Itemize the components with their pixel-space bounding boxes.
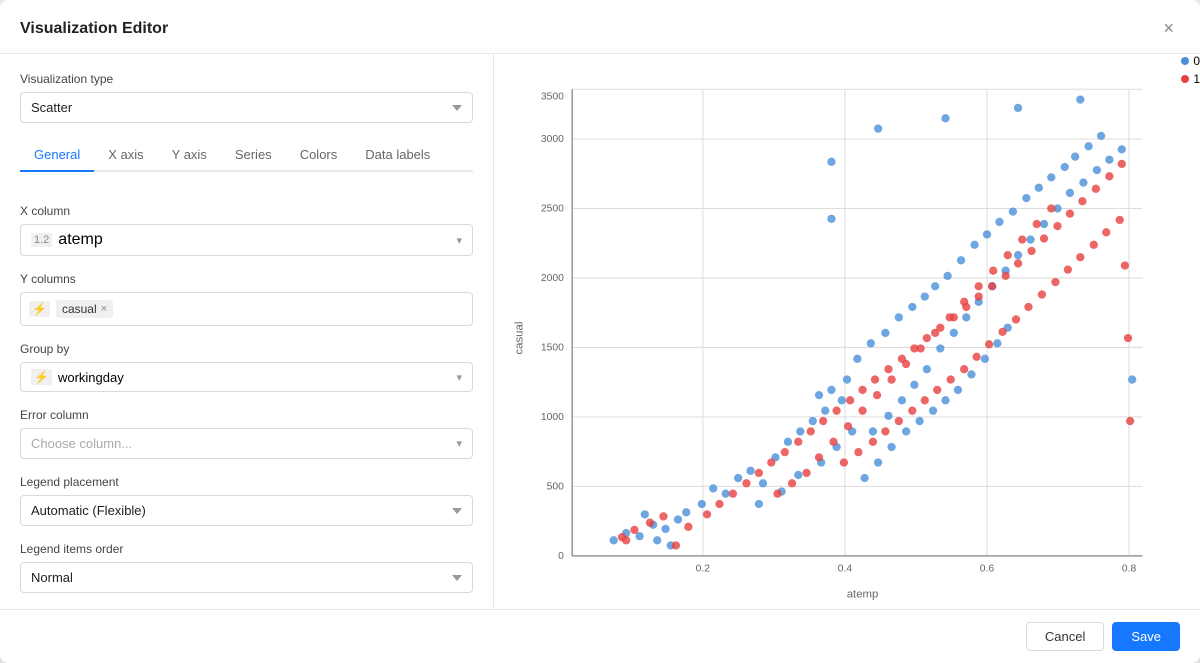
- y-columns-label: Y columns: [20, 272, 473, 286]
- legend-items-order-label: Legend items order: [20, 542, 473, 556]
- svg-text:0: 0: [558, 551, 564, 562]
- group-by-col-icon: ⚡: [31, 369, 52, 385]
- viz-type-label: Visualization type: [20, 72, 473, 86]
- tab-series[interactable]: Series: [221, 139, 286, 172]
- tab-data-labels[interactable]: Data labels: [351, 139, 444, 172]
- viz-type-section: Visualization type Scatter: [20, 72, 473, 123]
- legend-item-0: 0: [1181, 54, 1200, 68]
- svg-text:0.6: 0.6: [980, 563, 995, 574]
- error-column-placeholder: Choose column...: [31, 436, 132, 451]
- scatter-chart: casual atemp: [510, 66, 1184, 609]
- y-column-tag-value: casual: [62, 302, 97, 316]
- viz-type-select[interactable]: Scatter: [20, 92, 473, 123]
- svg-text:500: 500: [547, 481, 565, 492]
- legend-placement-section: Legend placement Automatic (Flexible): [20, 475, 473, 526]
- y-columns-box[interactable]: ⚡ casual ×: [20, 292, 473, 326]
- y-columns-section: Y columns ⚡ casual ×: [20, 272, 473, 326]
- modal-footer: Cancel Save: [0, 609, 1200, 663]
- group-by-section: Group by ⚡ workingday ▾: [20, 342, 473, 392]
- x-column-value: atemp: [58, 231, 102, 249]
- scatter-svg: casual atemp: [510, 66, 1184, 609]
- legend-placement-label: Legend placement: [20, 475, 473, 489]
- y-column-tag-remove[interactable]: ×: [101, 303, 107, 315]
- svg-text:casual: casual: [513, 322, 525, 355]
- svg-text:3500: 3500: [541, 92, 564, 103]
- y-col-type-icon: ⚡: [29, 301, 50, 317]
- svg-text:2500: 2500: [541, 204, 564, 215]
- chart-legend: 0 1: [1181, 54, 1200, 86]
- modal-body: Visualization type Scatter General X axi…: [0, 54, 1200, 609]
- legend-label-1: 1: [1193, 72, 1200, 86]
- error-col-chevron-icon: ▾: [456, 437, 462, 450]
- modal-title: Visualization Editor: [20, 20, 168, 38]
- legend-dot-0: [1181, 57, 1189, 65]
- group-by-select-row[interactable]: ⚡ workingday ▾: [20, 362, 473, 392]
- x-col-type-icon: 1.2: [31, 233, 52, 247]
- legend-item-1: 1: [1181, 72, 1200, 86]
- svg-text:atemp: atemp: [847, 588, 879, 600]
- visualization-editor-modal: Visualization Editor × Visualization typ…: [0, 0, 1200, 663]
- svg-text:2000: 2000: [541, 273, 564, 284]
- x-col-chevron-icon: ▾: [456, 234, 462, 247]
- x-column-section: X column 1.2 atemp ▾: [20, 204, 473, 256]
- tab-colors[interactable]: Colors: [286, 139, 352, 172]
- svg-text:1000: 1000: [541, 412, 564, 423]
- tabs-bar: General X axis Y axis Series Colors Data…: [20, 139, 473, 172]
- svg-text:0.8: 0.8: [1122, 563, 1137, 574]
- x-column-label: X column: [20, 204, 473, 218]
- cancel-button[interactable]: Cancel: [1026, 622, 1104, 651]
- x-column-select-row[interactable]: 1.2 atemp ▾: [20, 224, 473, 256]
- tab-x-axis[interactable]: X axis: [94, 139, 157, 172]
- legend-placement-select[interactable]: Automatic (Flexible): [20, 495, 473, 526]
- error-column-select-row[interactable]: Choose column... ▾: [20, 428, 473, 459]
- legend-items-order-section: Legend items order Normal: [20, 542, 473, 593]
- svg-text:0.2: 0.2: [696, 563, 711, 574]
- legend-items-order-select[interactable]: Normal: [20, 562, 473, 593]
- svg-text:0.4: 0.4: [838, 563, 853, 574]
- modal-header: Visualization Editor ×: [0, 0, 1200, 54]
- group-by-value: workingday: [58, 370, 124, 385]
- error-column-label: Error column: [20, 408, 473, 422]
- error-column-section: Error column Choose column... ▾: [20, 408, 473, 459]
- y-column-tag: casual ×: [56, 300, 113, 318]
- group-by-chevron-icon: ▾: [456, 371, 462, 384]
- close-button[interactable]: ×: [1157, 16, 1180, 41]
- legend-label-0: 0: [1193, 54, 1200, 68]
- save-button[interactable]: Save: [1112, 622, 1180, 651]
- group-by-label: Group by: [20, 342, 473, 356]
- tab-y-axis[interactable]: Y axis: [158, 139, 221, 172]
- svg-text:1500: 1500: [541, 343, 564, 354]
- chart-panel: 0 1 casual atemp: [494, 54, 1200, 609]
- svg-text:3000: 3000: [541, 134, 564, 145]
- left-panel: Visualization type Scatter General X axi…: [0, 54, 494, 609]
- tab-general[interactable]: General: [20, 139, 94, 172]
